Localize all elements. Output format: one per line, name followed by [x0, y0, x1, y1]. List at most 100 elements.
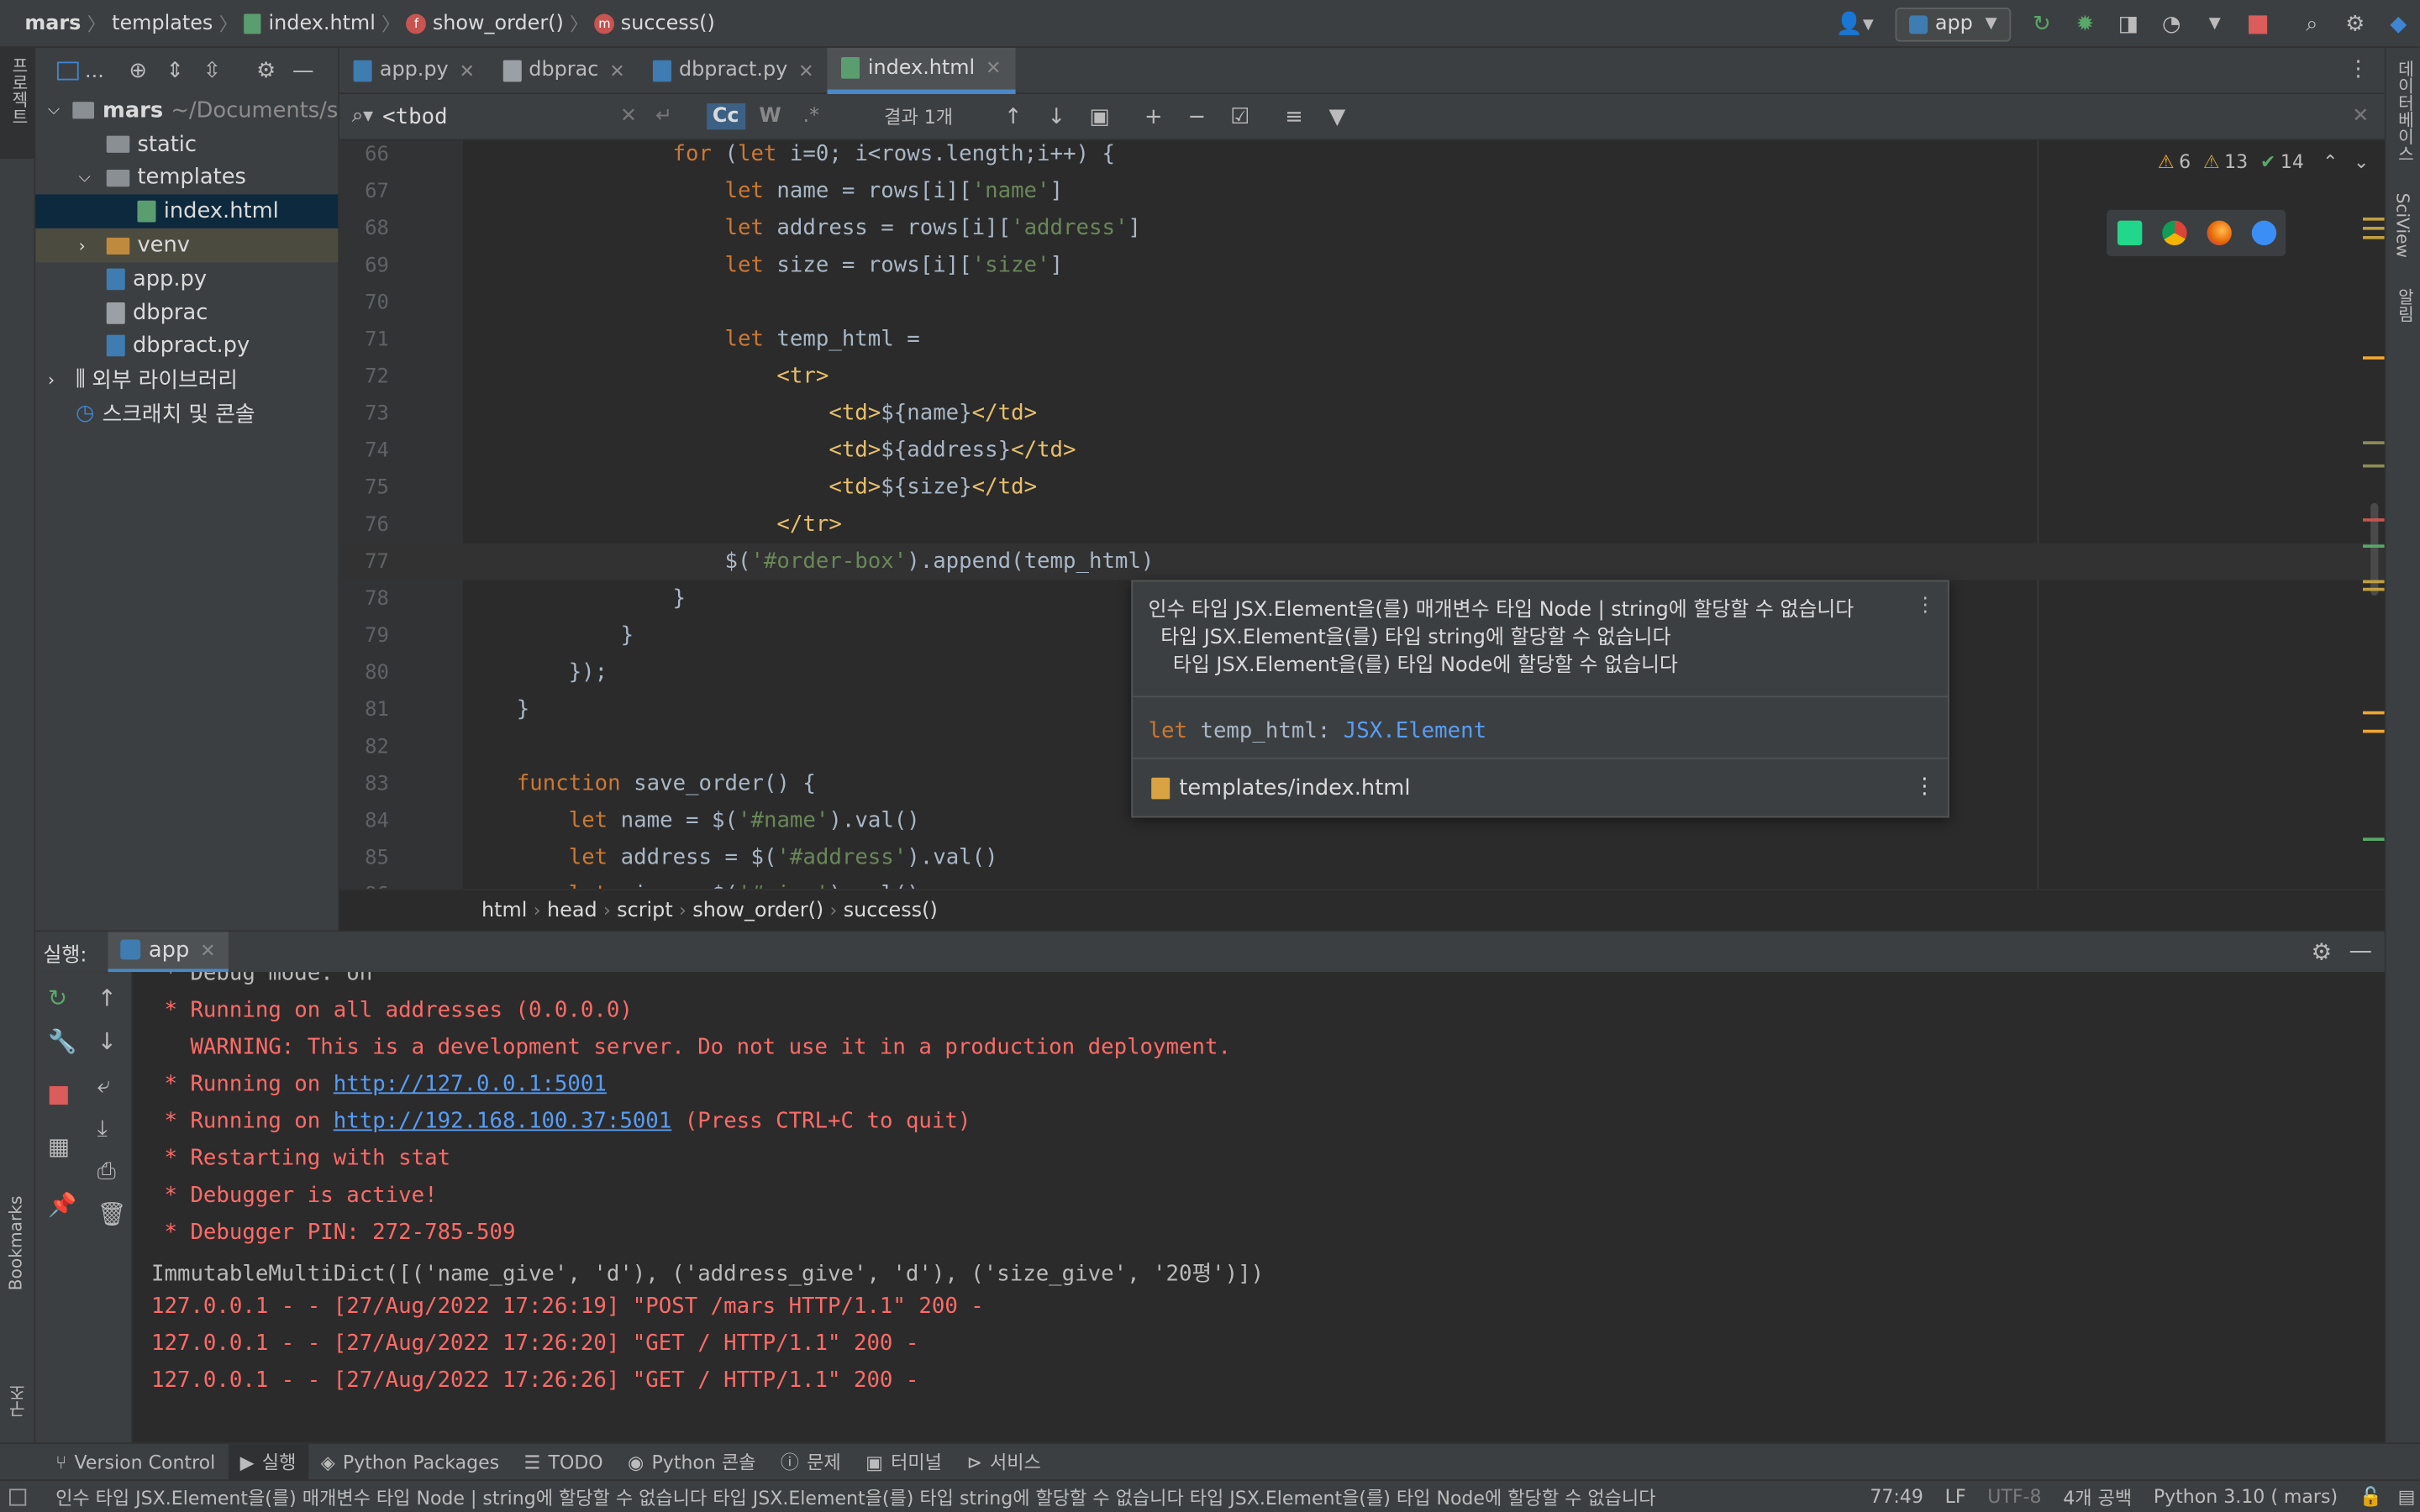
code-line[interactable]: 85 let address = $('#address').val() — [339, 839, 2385, 876]
locate-icon[interactable]: ⊕ — [124, 57, 152, 85]
tab-index-html[interactable]: index.html ✕ — [828, 47, 1016, 94]
profile-icon[interactable]: ◔ — [2158, 10, 2186, 38]
run-tab-app[interactable]: app ✕ — [108, 931, 229, 974]
tree-item-scratches[interactable]: ◷ 스크래치 및 콘솔 — [35, 396, 338, 430]
regex-toggle[interactable]: .* — [802, 105, 819, 129]
tree-item-dbpract-py[interactable]: dbpract.py — [35, 329, 338, 363]
tab-problems[interactable]: ⓘ 문제 — [768, 1443, 853, 1480]
database-tool-button[interactable]: 데이터베이스 — [2386, 48, 2420, 181]
print-icon[interactable]: ⎙ — [97, 1158, 116, 1185]
popup-file-row[interactable]: templates/index.html ⋮ — [1133, 757, 1948, 816]
breadcrumb-function[interactable]: f show_order() — [400, 12, 570, 34]
expand-all-icon[interactable]: ⇕ — [161, 57, 189, 85]
tab-dbprac[interactable]: dbprac ✕ — [489, 47, 639, 93]
notifications-tool-button[interactable]: 알림 — [2386, 276, 2420, 341]
rerun-icon[interactable]: ↻ — [2028, 10, 2055, 38]
arrow-up-icon[interactable]: ↑ — [999, 102, 1027, 130]
soft-wrap-icon[interactable]: ⤶ — [97, 1071, 110, 1099]
close-icon[interactable]: ✕ — [609, 60, 624, 81]
run-console[interactable]: * Debug mode: on * Running on all addres… — [132, 972, 2385, 1443]
tab-app-py[interactable]: app.py ✕ — [339, 47, 488, 93]
scroll-to-end-icon[interactable]: ⤓ — [97, 1114, 108, 1142]
whole-word-toggle[interactable]: W — [759, 105, 781, 129]
select-all-occurrences-icon[interactable]: ▣ — [1086, 102, 1113, 130]
lock-icon[interactable]: 🔓 — [2349, 1486, 2393, 1508]
memory-icon[interactable]: ▤ — [2393, 1486, 2420, 1508]
search-input[interactable]: <tbod — [382, 104, 614, 129]
search-icon[interactable]: ⌕ — [2298, 10, 2326, 38]
tab-todo[interactable]: ☰ TODO — [512, 1443, 615, 1480]
project-tool-button[interactable]: 프로젝트 — [0, 47, 34, 160]
code-text[interactable]: </tr> — [465, 512, 841, 537]
line-number[interactable]: 80 — [339, 661, 389, 685]
tree-item-venv[interactable]: › venv — [35, 228, 339, 263]
close-icon[interactable]: ✕ — [986, 57, 1001, 79]
arrow-down-icon[interactable]: ↓ — [97, 1027, 117, 1055]
line-number[interactable]: 73 — [339, 402, 389, 425]
trash-icon[interactable]: 🗑 — [97, 1200, 127, 1228]
rerun-icon[interactable]: ↻ — [48, 984, 67, 1012]
tree-item-dbprac[interactable]: dbprac — [35, 296, 338, 329]
line-number[interactable]: 77 — [339, 550, 389, 574]
chrome-icon[interactable] — [2161, 220, 2186, 246]
line-number[interactable]: 79 — [339, 624, 389, 648]
pin-icon[interactable]: 📌 — [48, 1191, 76, 1219]
breadcrumb-folder[interactable]: templates — [106, 12, 219, 35]
breadcrumb-method[interactable]: m success() — [588, 12, 721, 34]
tree-item-index-html[interactable]: index.html — [35, 195, 339, 229]
minimize-icon[interactable]: — — [289, 57, 317, 85]
line-number[interactable]: 85 — [339, 846, 389, 869]
arrow-up-icon[interactable]: ⌃ — [2323, 151, 2338, 173]
code-text[interactable]: <td>${name}</td> — [465, 402, 1037, 426]
code-line[interactable]: 77 $('#order-box').append(temp_html) — [339, 543, 2385, 580]
filter-icon[interactable]: ▼ — [1323, 102, 1351, 130]
more-tabs-icon[interactable]: ⋮ — [2348, 57, 2370, 81]
collapse-all-icon[interactable]: ⇳ — [198, 57, 226, 85]
code-crumb-html[interactable]: html — [476, 899, 534, 922]
indent-setting[interactable]: 4개 공백 — [2052, 1483, 2143, 1509]
code-text[interactable]: let name = $('#name').val() — [465, 808, 920, 832]
sciview-tool-button[interactable]: SciView — [2386, 181, 2420, 276]
line-separator[interactable]: LF — [1934, 1486, 1977, 1508]
code-text[interactable]: <td>${address}</td> — [465, 438, 1076, 463]
debug-icon[interactable]: ✹ — [2071, 10, 2099, 38]
inspection-widget[interactable]: ⚠ 6 ⚠ 13 ✔ 14 ⌃ ⌄ — [2158, 151, 2369, 173]
line-number[interactable]: 74 — [339, 439, 389, 463]
code-text[interactable]: $('#order-box').append(temp_html) — [465, 549, 1154, 574]
minimize-icon[interactable]: — — [2349, 937, 2372, 964]
code-text[interactable]: <td>${size}</td> — [465, 475, 1037, 500]
line-number[interactable]: 81 — [339, 698, 389, 722]
code-crumb-success[interactable]: success() — [837, 899, 944, 922]
tool-windows-icon[interactable] — [9, 1488, 27, 1505]
console-link[interactable]: http://192.168.100.37:5001 — [334, 1110, 672, 1134]
breadcrumb-project[interactable]: mars — [18, 12, 87, 35]
tree-item-templates[interactable]: ⌵ templates — [35, 161, 338, 195]
gear-icon[interactable]: ⚙ — [252, 57, 280, 85]
code-line[interactable]: 73 <td>${name}</td> — [339, 395, 2385, 432]
close-icon[interactable]: ✕ — [2352, 105, 2369, 129]
user-icon[interactable]: 👤▾ — [1832, 10, 1878, 38]
code-line[interactable]: 86 let size = $('#size').val() — [339, 876, 2385, 889]
close-icon[interactable]: ✕ — [798, 60, 813, 81]
file-encoding[interactable]: UTF-8 — [1976, 1486, 2052, 1508]
panel-layout-icon[interactable] — [56, 61, 79, 81]
gear-icon[interactable]: ⚙ — [2341, 10, 2369, 38]
close-icon[interactable]: ✕ — [460, 60, 475, 81]
line-number[interactable]: 68 — [339, 217, 389, 240]
code-text[interactable]: let size = rows[i]['size'] — [465, 253, 1063, 277]
layout-icon[interactable]: ▦ — [48, 1132, 70, 1160]
code-line[interactable]: 74 <td>${address}</td> — [339, 432, 2385, 469]
line-number[interactable]: 71 — [339, 328, 389, 351]
select-occurrences-icon[interactable]: ☑ — [1226, 102, 1254, 130]
line-number[interactable]: 66 — [339, 143, 389, 166]
code-line[interactable]: 68 let address = rows[i]['address'] — [339, 210, 2385, 247]
code-line[interactable]: 72 <tr> — [339, 358, 2385, 395]
line-number[interactable]: 69 — [339, 254, 389, 277]
wrench-icon[interactable]: 🔧 — [48, 1027, 76, 1055]
python-interpreter[interactable]: Python 3.10 ( mars) — [2143, 1486, 2349, 1508]
arrow-up-icon[interactable]: ↑ — [97, 984, 117, 1012]
popup-decl-type[interactable]: JSX.Element — [1344, 719, 1486, 743]
close-icon[interactable]: ✕ — [200, 939, 215, 961]
add-occurrence-icon[interactable]: + — [1139, 102, 1167, 130]
tab-services[interactable]: ⊳ 서비스 — [955, 1443, 1054, 1480]
